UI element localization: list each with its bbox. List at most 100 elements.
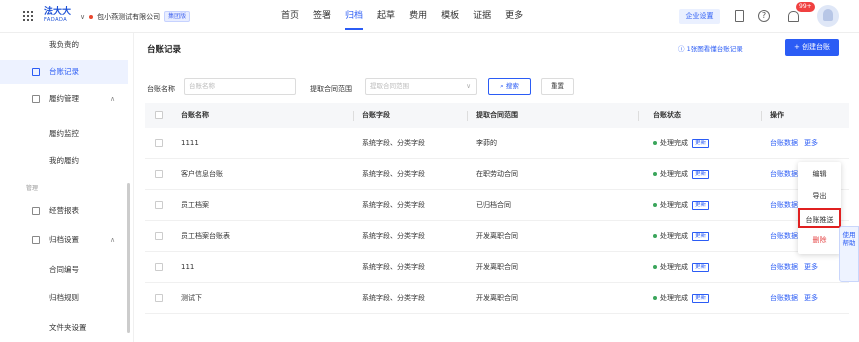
- cell-name: 1111: [181, 139, 199, 147]
- chevron-down-icon: ∨: [80, 12, 86, 21]
- sidebar-item-label: 归档规则: [49, 293, 79, 302]
- row-checkbox[interactable]: [155, 263, 163, 271]
- status-text: 处理完成: [660, 294, 688, 302]
- nav-home[interactable]: 首页: [281, 0, 299, 33]
- status-dot-icon: [653, 296, 657, 300]
- update-tag[interactable]: 更新: [692, 262, 710, 272]
- column-header-range: 提取合同范围: [476, 111, 518, 119]
- column-header-actions: 操作: [770, 111, 784, 119]
- update-tag[interactable]: 更新: [692, 169, 710, 179]
- chevron-up-icon: ∧: [110, 236, 116, 244]
- chevron-up-icon: ∧: [110, 95, 116, 103]
- main-content: 台账记录 ⓘ 1张图看懂台账记录 + 创建台账 台账名称 台账名称 提取合同范围…: [133, 33, 859, 342]
- nav-evidence[interactable]: 证据: [473, 0, 491, 33]
- menu-item-edit[interactable]: 编辑: [798, 164, 841, 184]
- update-tag[interactable]: 更新: [692, 293, 710, 303]
- sidebar-item-ledger-records[interactable]: 台账记录: [0, 60, 128, 84]
- cell-name: 测试下: [181, 294, 202, 302]
- sidebar-item-label: 归档设置: [49, 235, 79, 244]
- performance-icon: [32, 95, 40, 103]
- ledger-table: 台账名称 台账字段 提取合同范围 台账状态 操作 1111 系统字段、分类字段 …: [145, 103, 849, 314]
- menu-item-delete[interactable]: 删除: [798, 230, 841, 250]
- update-tag[interactable]: 更新: [692, 231, 710, 241]
- sidebar-item-my-performance[interactable]: 我的履约: [0, 149, 128, 173]
- ledger-data-link[interactable]: 台账数据: [770, 139, 798, 147]
- update-tag[interactable]: 更新: [692, 200, 710, 210]
- more-link[interactable]: 更多: [804, 139, 818, 147]
- page-title: 台账记录: [147, 45, 182, 55]
- main-nav: 首页 签署 归档 起草 费用 模板 证据 更多: [281, 0, 537, 33]
- enterprise-settings-button[interactable]: 企业设置: [679, 9, 720, 24]
- view-guide-link[interactable]: ⓘ 1张图看懂台账记录: [678, 43, 743, 53]
- ledger-data-link[interactable]: 台账数据: [770, 201, 798, 209]
- cell-range: 李茆的: [476, 139, 497, 147]
- mobile-icon[interactable]: [735, 10, 744, 22]
- search-button[interactable]: ⌕ 搜索: [488, 78, 531, 95]
- table-row: 员工档案 系统字段、分类字段 已归档合同 处理完成 更新 台账数据: [145, 190, 849, 221]
- floating-help-button[interactable]: 使用帮助: [839, 226, 859, 282]
- update-tag[interactable]: 更新: [692, 138, 710, 148]
- cell-range: 开发离职合同: [476, 263, 518, 271]
- cell-fields: 系统字段、分类字段: [362, 263, 425, 271]
- cell-status: 处理完成 更新: [653, 128, 710, 159]
- sidebar-item-reports[interactable]: 经营报表: [0, 199, 128, 223]
- status-text: 处理完成: [660, 232, 688, 240]
- sidebar-item-performance[interactable]: 履约管理 ∧: [0, 87, 128, 111]
- ledger-data-link[interactable]: 台账数据: [770, 263, 798, 271]
- apps-grid-icon[interactable]: [23, 11, 33, 21]
- ledger-data-link[interactable]: 台账数据: [770, 170, 798, 178]
- cell-status: 处理完成 更新: [653, 190, 710, 221]
- contract-range-select[interactable]: 提取合同范围 ∨: [365, 78, 477, 95]
- logo[interactable]: 法大大 FADADA: [44, 7, 72, 26]
- ledger-data-link[interactable]: 台账数据: [770, 294, 798, 302]
- chart-icon: [32, 207, 40, 215]
- sidebar-scrollbar[interactable]: [127, 183, 130, 333]
- sidebar-item-monitor[interactable]: 履约监控: [0, 122, 128, 146]
- more-link[interactable]: 更多: [804, 263, 818, 271]
- folder-icon: [32, 236, 40, 244]
- view-guide-label: 1张图看懂台账记录: [686, 45, 743, 53]
- select-all-checkbox[interactable]: [155, 111, 163, 119]
- column-divider: [467, 111, 468, 121]
- cell-name: 员工档案台账表: [181, 232, 230, 240]
- org-name: 包小燕测试有限公司: [97, 12, 161, 21]
- nav-template[interactable]: 模板: [441, 0, 459, 33]
- row-checkbox[interactable]: [155, 201, 163, 209]
- cell-fields: 系统字段、分类字段: [362, 232, 425, 240]
- sidebar-item-folder-settings[interactable]: 文件夹设置: [0, 316, 128, 340]
- nav-sign[interactable]: 签署: [313, 0, 331, 33]
- cell-range: 开发离职合同: [476, 294, 518, 302]
- cell-actions: 台账数据 更多: [770, 283, 824, 314]
- cell-status: 处理完成 更新: [653, 221, 710, 252]
- sidebar-item-contract-number[interactable]: 合同编号: [0, 258, 128, 282]
- nav-archive[interactable]: 归档: [345, 0, 364, 33]
- menu-item-export[interactable]: 导出: [798, 186, 841, 206]
- ledger-data-link[interactable]: 台账数据: [770, 232, 798, 240]
- nav-fee[interactable]: 费用: [409, 0, 427, 33]
- avatar[interactable]: [817, 5, 839, 27]
- logo-text: 法大大: [44, 7, 72, 17]
- table-row: 客户信息台账 系统字段、分类字段 在职劳动合同 处理完成 更新 台账数据: [145, 159, 849, 190]
- create-ledger-button[interactable]: + 创建台账: [785, 39, 839, 56]
- sidebar-item-archive-rules[interactable]: 归档规则: [0, 286, 128, 310]
- column-header-name: 台账名称: [181, 111, 209, 119]
- row-checkbox[interactable]: [155, 139, 163, 147]
- filter-range-label: 提取合同范围: [310, 85, 352, 93]
- help-icon[interactable]: ?: [758, 10, 770, 22]
- contract-range-placeholder: 提取合同范围: [370, 82, 409, 90]
- reset-button[interactable]: 重置: [541, 78, 574, 95]
- row-checkbox[interactable]: [155, 170, 163, 178]
- cell-name: 111: [181, 263, 195, 271]
- nav-draft[interactable]: 起草: [377, 0, 395, 33]
- row-checkbox[interactable]: [155, 232, 163, 240]
- nav-more[interactable]: 更多: [505, 0, 523, 33]
- org-switcher[interactable]: ∨ 包小燕测试有限公司 集团版: [80, 11, 191, 22]
- column-divider: [638, 111, 639, 121]
- menu-item-push[interactable]: 台账推送: [798, 208, 841, 228]
- sidebar-item-archive-settings[interactable]: 归档设置 ∧: [0, 228, 128, 252]
- status-dot-icon: [653, 172, 657, 176]
- more-link[interactable]: 更多: [804, 294, 818, 302]
- row-checkbox[interactable]: [155, 294, 163, 302]
- ledger-name-input[interactable]: 台账名称: [184, 78, 296, 95]
- sidebar-item-mine[interactable]: 我负责的: [0, 33, 128, 57]
